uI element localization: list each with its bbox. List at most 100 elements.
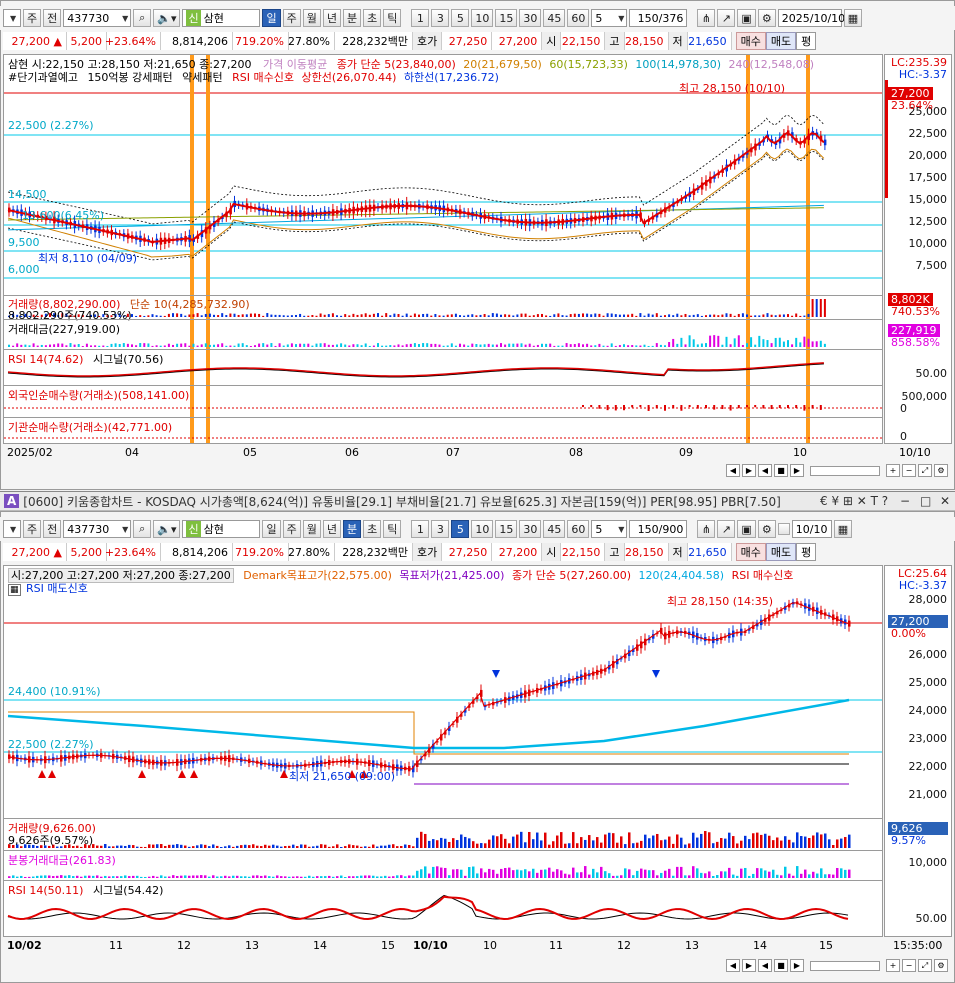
gear-icon[interactable]: ⚙ [757,9,776,27]
next-icon[interactable]: ▶ [790,959,804,972]
title-tools[interactable]: € ¥ ⊞ ✕ T ? [820,494,888,508]
gear-icon[interactable]: ⚙ [757,520,776,538]
zoom-slider[interactable] [810,465,880,476]
maximize-icon[interactable]: □ [920,494,931,508]
num-30[interactable]: 30 [519,9,542,27]
tf-day[interactable]: 일 [262,520,281,538]
settings-icon[interactable]: ⚙ [934,464,948,477]
period-select[interactable]: ▼ [3,520,21,538]
tf-month[interactable]: 월 [302,520,321,538]
save-icon[interactable]: ▣ [737,9,756,27]
expand-icon[interactable]: ⤢ [918,464,932,477]
count-field[interactable]: 150/376 [629,9,688,27]
checkbox[interactable] [777,523,790,535]
settings-icon[interactable]: ⚙ [934,959,948,972]
tf-minute[interactable]: 분 [342,520,362,538]
period-button[interactable]: 주 [23,9,42,27]
y-tick: 17,500 [908,171,948,184]
minimize-icon[interactable]: − [900,494,910,508]
tf-tick[interactable]: 틱 [383,9,402,27]
date-field[interactable]: 10/10 [791,520,832,538]
sim-button[interactable]: 평 [796,32,817,50]
draw-tool-icon[interactable]: ↗ [717,9,736,27]
stock-name-field[interactable]: 신 삼현 [182,520,261,538]
date-field[interactable]: 2025/10/10 [777,9,845,27]
num-5[interactable]: 5 [451,9,470,27]
buy-button[interactable]: 매수 [735,32,766,50]
stock-code-input[interactable]: 437730 ▼ [63,9,132,27]
zoom-out-icon[interactable]: − [902,464,916,477]
num-45[interactable]: 45 [543,9,566,27]
calendar-icon[interactable]: ▦ [843,9,863,27]
stop-icon[interactable]: ■ [774,959,788,972]
next-icon[interactable]: ▶ [790,464,804,477]
zoom-in-icon[interactable]: + [886,464,900,477]
draw-tool-icon[interactable]: ↗ [717,520,736,538]
top-chart-area[interactable]: 삼현 시:22,150 고:28,150 저:21,650 종:27,200 가… [3,54,883,444]
change-pct: +23.64% [105,543,161,561]
num-10[interactable]: 10 [471,520,494,538]
stop-icon[interactable]: ■ [774,464,788,477]
zoom-in-icon[interactable]: + [886,959,900,972]
new-badge: 신 [186,521,201,537]
tf-tick[interactable]: 틱 [383,520,402,538]
num-select[interactable]: 5 ▼ [591,9,628,27]
num-60[interactable]: 60 [567,520,590,538]
chart-type-icon[interactable]: ⋔ [697,9,716,27]
sound-icon[interactable]: 🔈▾ [153,520,181,538]
search-icon[interactable]: ⌕ [133,9,152,27]
tf-minute[interactable]: 분 [342,9,362,27]
buy-button[interactable]: 매수 [735,543,766,561]
tf-day[interactable]: 일 [262,9,281,27]
zoom-slider[interactable] [810,960,880,971]
stock-name-field[interactable]: 신 삼현 [182,9,261,27]
num-10[interactable]: 10 [471,9,494,27]
stock-code-input[interactable]: 437730 ▼ [63,520,132,538]
grid-icon[interactable]: ▦ [8,584,21,596]
num-45[interactable]: 45 [543,520,566,538]
first-icon[interactable]: ◀ [726,464,740,477]
num-30[interactable]: 30 [519,520,542,538]
prev-button[interactable]: 전 [43,520,62,538]
tf-second[interactable]: 초 [363,9,382,27]
num-select[interactable]: 5 ▼ [591,520,628,538]
num-15[interactable]: 15 [495,520,518,538]
expand-icon[interactable]: ⤢ [918,959,932,972]
tf-second[interactable]: 초 [363,520,382,538]
period-low-label: 최저 21,650 (09:00) [289,770,396,783]
num-3[interactable]: 3 [431,520,450,538]
tf-year[interactable]: 년 [322,9,341,27]
tf-week[interactable]: 주 [282,9,301,27]
num-1[interactable]: 1 [411,9,430,27]
play-icon[interactable]: ▶ [742,959,756,972]
prev-icon[interactable]: ◀ [758,464,772,477]
close-icon[interactable]: ✕ [940,494,950,508]
bottom-chart-area[interactable]: 시:27,200 고:27,200 저:27,200 종:27,200 Dema… [3,565,883,937]
tf-year[interactable]: 년 [322,520,341,538]
first-icon[interactable]: ◀ [726,959,740,972]
prev-button[interactable]: 전 [43,9,62,27]
sim-button[interactable]: 평 [796,543,817,561]
search-icon[interactable]: ⌕ [133,520,152,538]
tf-month[interactable]: 월 [302,9,321,27]
num-15[interactable]: 15 [495,9,518,27]
num-3[interactable]: 3 [431,9,450,27]
sell-button[interactable]: 매도 [765,32,797,50]
prev-icon[interactable]: ◀ [758,959,772,972]
zoom-out-icon[interactable]: − [902,959,916,972]
period-select[interactable]: ▼ [3,9,21,27]
bottom-legend-line-2: ▦ RSI 매도신호 [8,580,88,596]
amount-pane: 거래대금(227,919.00) [4,319,882,349]
chart-type-icon[interactable]: ⋔ [697,520,716,538]
play-icon[interactable]: ▶ [742,464,756,477]
sell-button[interactable]: 매도 [765,543,797,561]
save-icon[interactable]: ▣ [737,520,756,538]
num-1[interactable]: 1 [411,520,430,538]
sound-icon[interactable]: 🔈▾ [153,9,181,27]
tf-week[interactable]: 주 [282,520,301,538]
calendar-icon[interactable]: ▦ [833,520,853,538]
count-field[interactable]: 150/900 [629,520,688,538]
num-60[interactable]: 60 [567,9,590,27]
num-5[interactable]: 5 [451,520,470,538]
period-button[interactable]: 주 [23,520,42,538]
